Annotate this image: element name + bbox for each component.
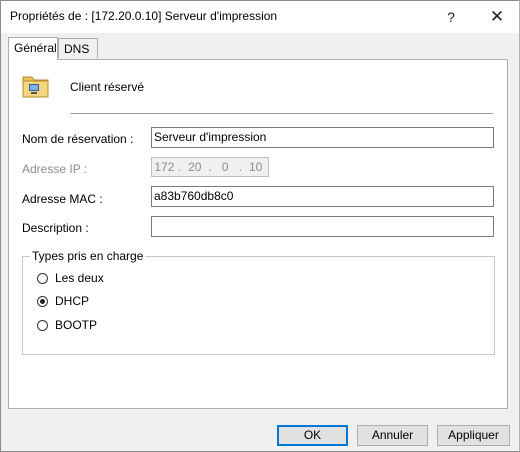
close-button[interactable]: ✕	[475, 1, 519, 33]
cancel-button[interactable]: Annuler	[357, 425, 428, 446]
radio-both-circle[interactable]	[37, 272, 48, 284]
tab-dns[interactable]: DNS	[58, 38, 98, 58]
ip-address-field: 172 . 20 . 0 . 10	[151, 157, 269, 177]
radio-dhcp-circle[interactable]	[37, 295, 48, 307]
mac-address-field[interactable]: a83b760db8c0	[151, 186, 494, 207]
mac-address-label: Adresse MAC :	[22, 192, 103, 206]
ip-octet-3: 0	[221, 160, 229, 174]
apply-button[interactable]: Appliquer	[437, 425, 510, 446]
ip-address-label: Adresse IP :	[22, 162, 88, 176]
radio-dhcp[interactable]: DHCP	[37, 294, 89, 308]
description-field[interactable]	[151, 216, 494, 237]
radio-bootp[interactable]: BOOTP	[37, 318, 97, 332]
window-title: Propriétés de : [172.20.0.10] Serveur d'…	[10, 9, 278, 23]
radio-dhcp-label: DHCP	[55, 294, 90, 308]
ip-octet-2: 20	[188, 160, 202, 174]
client-type-label: Client réservé	[70, 80, 145, 94]
ip-octet-4: 10	[248, 160, 263, 174]
tab-general[interactable]: Général	[8, 37, 58, 60]
help-button[interactable]: ?	[429, 1, 473, 33]
description-label: Description :	[22, 221, 89, 235]
title-bar[interactable]: Propriétés de : [172.20.0.10] Serveur d'…	[1, 1, 519, 33]
radio-both[interactable]: Les deux	[37, 271, 104, 285]
reservation-name-label: Nom de réservation :	[22, 132, 134, 146]
radio-both-label: Les deux	[55, 271, 104, 285]
separator	[70, 113, 493, 114]
reservation-name-field[interactable]: Serveur d'impression	[151, 127, 494, 148]
ip-octet-1: 172	[154, 160, 175, 174]
radio-bootp-label: BOOTP	[55, 318, 98, 332]
reservation-folder-icon	[22, 76, 49, 98]
ok-button[interactable]: OK	[277, 425, 348, 446]
supported-types-title: Types pris en charge	[30, 249, 146, 263]
radio-bootp-circle[interactable]	[37, 319, 48, 331]
